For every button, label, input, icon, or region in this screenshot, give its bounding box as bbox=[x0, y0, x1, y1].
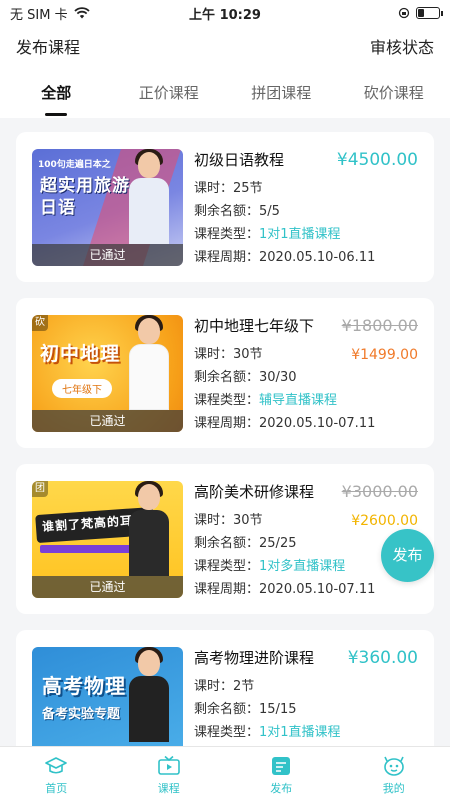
course-title: 高考物理进阶课程 bbox=[194, 649, 315, 667]
course-thumbnail: 高考物理 备考实验专题 bbox=[32, 647, 183, 746]
bottom-nav-label: 课程 bbox=[157, 782, 180, 795]
course-thumbnail: 谁割了梵高的耳朵 团 已通过 bbox=[32, 481, 183, 598]
course-card[interactable]: 谁割了梵高的耳朵 团 已通过 高阶美术研修课程 ¥3000.00 ¥2600.0… bbox=[16, 464, 434, 614]
bottom-nav-label: 我的 bbox=[382, 782, 405, 795]
course-thumbnail: 初中地理 七年级下 砍 已通过 bbox=[32, 315, 183, 432]
thumbnail-subtitle: 100句走遍日本之 bbox=[38, 160, 111, 170]
top-nav: 发布课程 审核状态 bbox=[0, 26, 450, 66]
bottom-nav-publish[interactable]: 发布 bbox=[225, 747, 338, 800]
graduation-cap-icon bbox=[45, 757, 68, 774]
course-title: 高阶美术研修课程 bbox=[194, 483, 315, 501]
course-slots: 剩余名额：30/30 bbox=[194, 370, 297, 385]
course-card[interactable]: 高考物理 备考实验专题 高考物理进阶课程 ¥360.00 课时：2节 剩余名额：… bbox=[16, 630, 434, 746]
course-card[interactable]: 初中地理 七年级下 砍 已通过 初中地理七年级下 ¥1800.00 ¥1499.… bbox=[16, 298, 434, 448]
course-price: ¥360.00 bbox=[347, 648, 418, 668]
bottom-nav-courses[interactable]: 课程 bbox=[113, 747, 226, 800]
course-period: 课程周期：2020.05.10-07.11 bbox=[194, 582, 376, 597]
carrier-label: 无 SIM 卡 bbox=[10, 7, 68, 23]
instructor-image bbox=[125, 481, 173, 576]
thumbnail-subtitle: 备考实验专题 bbox=[42, 707, 121, 722]
course-period: 课程周期：2020.05.10-06.11 bbox=[194, 250, 376, 265]
course-card[interactable]: 100句走遍日本之 超实用旅游日语 已通过 初级日语教程 ¥4500.00 课时… bbox=[16, 132, 434, 282]
course-original-price: ¥1800.00 bbox=[341, 316, 418, 335]
status-bar: 无 SIM 卡 上午 10:29 bbox=[0, 0, 450, 26]
thumbnail-chip: 七年级下 bbox=[52, 379, 112, 398]
tab-all[interactable]: 全部 bbox=[0, 66, 113, 118]
course-hours: 课时：2节 bbox=[194, 679, 255, 694]
bottom-nav-profile[interactable]: 我的 bbox=[338, 747, 450, 800]
status-time: 上午 10:29 bbox=[189, 7, 261, 23]
bottom-nav: 首页 课程 发布 我的 bbox=[0, 746, 450, 800]
course-price: ¥4500.00 bbox=[336, 150, 418, 170]
status-badge: 已通过 bbox=[32, 410, 183, 432]
publish-fab-button[interactable]: 发布 bbox=[381, 529, 434, 582]
edit-icon bbox=[272, 757, 291, 775]
course-type: 课程类型：1对1直播课程 bbox=[194, 725, 341, 740]
course-list: 100句走遍日本之 超实用旅游日语 已通过 初级日语教程 ¥4500.00 课时… bbox=[0, 118, 450, 746]
thumbnail-headline: 超实用旅游日语 bbox=[40, 176, 130, 218]
status-badge: 已通过 bbox=[32, 576, 183, 598]
instructor-image bbox=[125, 315, 173, 410]
bottom-nav-label: 发布 bbox=[270, 782, 293, 795]
page-title: 发布课程 bbox=[16, 38, 81, 57]
course-discount-price: ¥1499.00 bbox=[351, 347, 418, 363]
profile-icon bbox=[383, 756, 404, 776]
course-original-price: ¥3000.00 bbox=[341, 482, 418, 501]
course-thumbnail: 100句走遍日本之 超实用旅游日语 已通过 bbox=[32, 149, 183, 266]
group-tag: 团 bbox=[32, 481, 48, 497]
course-group-price: ¥2600.00 bbox=[351, 513, 418, 529]
bargain-tag: 砍 bbox=[32, 315, 48, 331]
course-hours: 课时：25节 bbox=[194, 181, 263, 196]
tab-bar: 全部 正价课程 拼团课程 砍价课程 bbox=[0, 66, 450, 118]
battery-icon bbox=[416, 7, 443, 19]
tab-bargain[interactable]: 砍价课程 bbox=[338, 66, 450, 118]
course-type: 课程类型：1对1直播课程 bbox=[194, 227, 341, 242]
status-badge: 已通过 bbox=[32, 244, 183, 266]
course-slots: 剩余名额：15/15 bbox=[194, 702, 297, 717]
rotation-lock-icon bbox=[398, 7, 410, 19]
bottom-nav-label: 首页 bbox=[45, 782, 68, 795]
bottom-nav-home[interactable]: 首页 bbox=[0, 747, 113, 800]
course-period: 课程周期：2020.05.10-07.11 bbox=[194, 416, 376, 431]
course-title: 初级日语教程 bbox=[194, 151, 285, 169]
wifi-icon bbox=[73, 7, 90, 19]
tab-group-buy[interactable]: 拼团课程 bbox=[225, 66, 338, 118]
course-type: 课程类型：辅导直播课程 bbox=[194, 393, 338, 408]
course-title: 初中地理七年级下 bbox=[194, 317, 315, 335]
review-status-button[interactable]: 审核状态 bbox=[370, 34, 434, 58]
tv-icon bbox=[157, 755, 180, 775]
instructor-image bbox=[125, 647, 173, 742]
course-slots: 剩余名额：5/5 bbox=[194, 204, 280, 219]
tab-regular-price[interactable]: 正价课程 bbox=[113, 66, 226, 118]
instructor-image bbox=[125, 149, 173, 244]
